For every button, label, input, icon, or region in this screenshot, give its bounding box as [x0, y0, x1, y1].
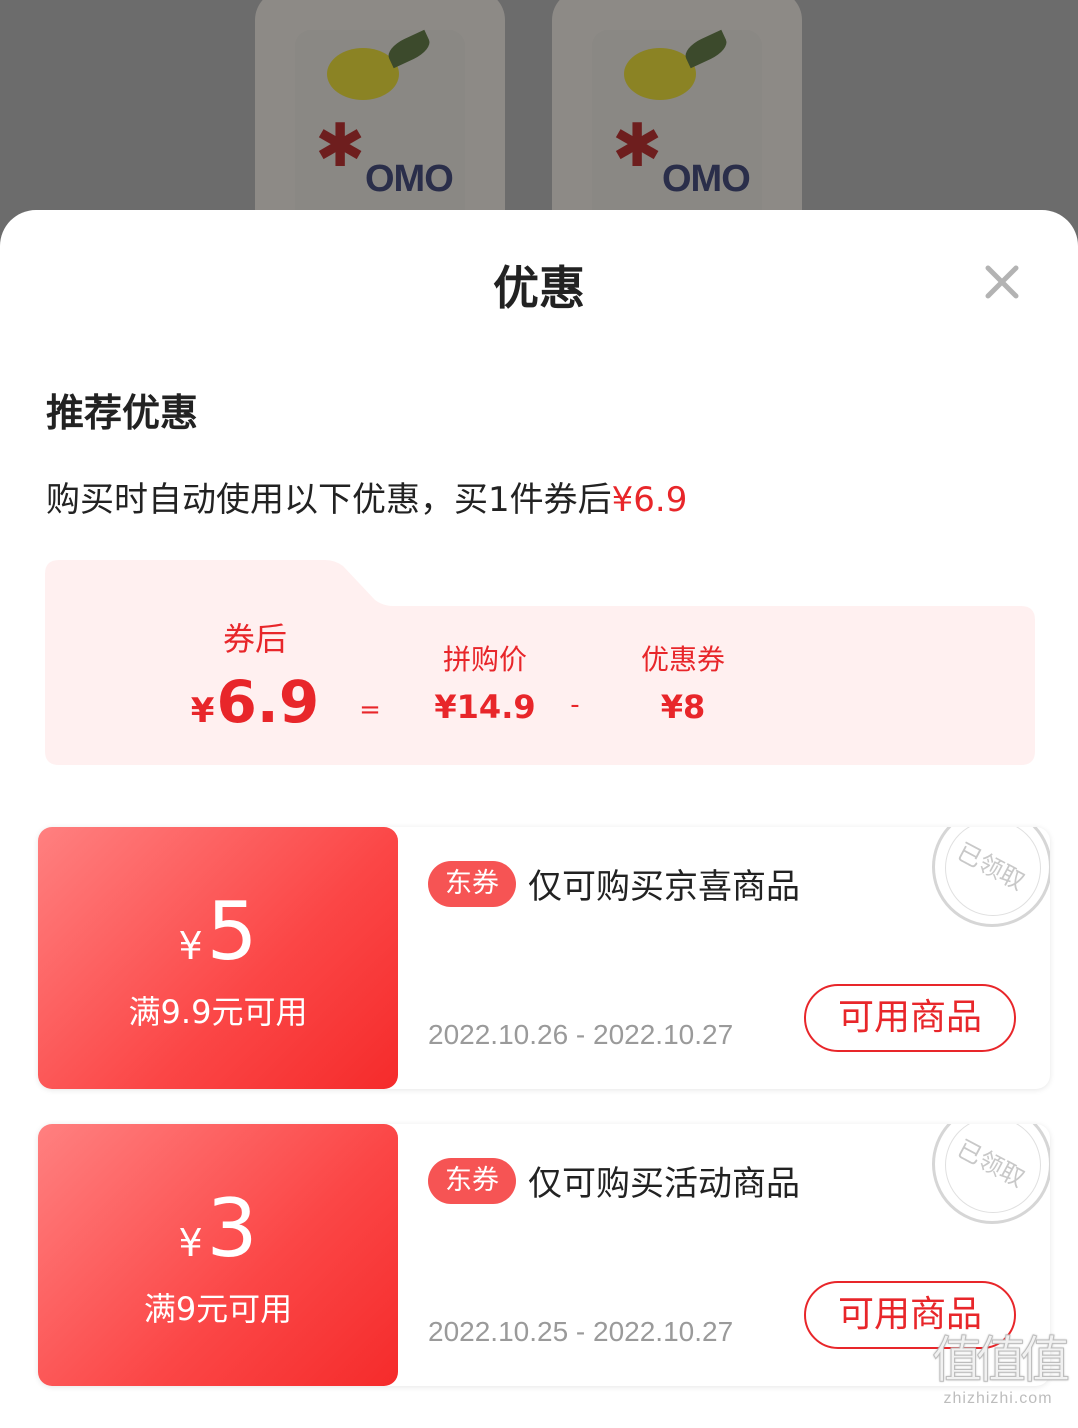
currency-symbol: ¥ — [190, 691, 215, 731]
product-brand: OMO — [365, 158, 454, 200]
coupon-value: ¥8 — [660, 688, 706, 726]
coupon-description: 仅可购买京喜商品 — [528, 867, 800, 907]
coupon-amount-value: 3 — [206, 1182, 258, 1275]
claimed-stamp-icon: 已领取 — [930, 827, 1050, 937]
after-coupon-label: 券后 — [222, 620, 287, 658]
coupon-card: ¥5 满9.9元可用 东券 仅可购买京喜商品 2022.10.26 - 2022… — [38, 827, 1050, 1089]
coupon-type-badge: 东券 — [428, 861, 516, 907]
coupon-validity: 2022.10.26 - 2022.10.27 — [428, 1019, 734, 1050]
coupon-amount-value: 5 — [206, 885, 258, 978]
watermark-site: zhizhizhi.com — [943, 1390, 1053, 1407]
coupon-validity: 2022.10.25 - 2022.10.27 — [428, 1316, 734, 1347]
currency-symbol: ¥ — [178, 924, 203, 968]
auto-apply-hint: 购买时自动使用以下优惠，买1件券后¥6.9 — [46, 472, 687, 521]
close-icon — [985, 265, 1019, 299]
coupon-condition: 满9元可用 — [143, 1290, 293, 1328]
after-coupon-price: ¥6.9 — [140, 668, 370, 736]
claimed-stamp-icon: 已领取 — [930, 1124, 1050, 1234]
section-title: 推荐优惠 — [46, 391, 199, 435]
group-price-value: ¥14.9 — [434, 688, 536, 726]
group-price-label: 拼购价 — [442, 643, 527, 676]
coupon-value-panel: ¥5 满9.9元可用 — [38, 827, 398, 1089]
coupon-card: ¥3 满9元可用 东券 仅可购买活动商品 2022.10.25 - 2022.1… — [38, 1124, 1050, 1386]
hint-price: ¥6.9 — [611, 480, 688, 520]
coupon-value-panel: ¥3 满9元可用 — [38, 1124, 398, 1386]
coupon-label: 优惠券 — [640, 643, 725, 676]
product-brand: OMO — [662, 158, 751, 200]
sheet-title: 优惠 — [493, 261, 585, 315]
splash-logo-icon: ✱ — [612, 111, 663, 181]
hint-text: 购买时自动使用以下优惠，买1件券后 — [46, 480, 612, 520]
price-breakdown-card: 券后 ¥6.9 = 拼购价 ¥14.9 - 优惠券 ¥8 — [45, 560, 1035, 765]
coupon-condition: 满9.9元可用 — [128, 993, 308, 1031]
minus-sign: - — [570, 690, 580, 720]
coupon-amount: ¥5 — [38, 887, 398, 991]
currency-symbol: ¥ — [178, 1221, 203, 1265]
equals-sign: = — [359, 695, 381, 725]
close-button[interactable] — [974, 254, 1030, 310]
site-watermark: 值值值 zhizhizhi.com — [928, 1330, 1071, 1420]
watermark-logo: 值值值 — [932, 1331, 1071, 1390]
coupon-description: 仅可购买活动商品 — [528, 1164, 800, 1204]
coupon-type-badge: 东券 — [428, 1158, 516, 1204]
splash-logo-icon: ✱ — [315, 111, 366, 181]
coupon-amount: ¥3 — [38, 1184, 398, 1288]
eligible-products-button[interactable]: 可用商品 — [804, 984, 1016, 1052]
after-coupon-amount: 6.9 — [216, 668, 320, 736]
